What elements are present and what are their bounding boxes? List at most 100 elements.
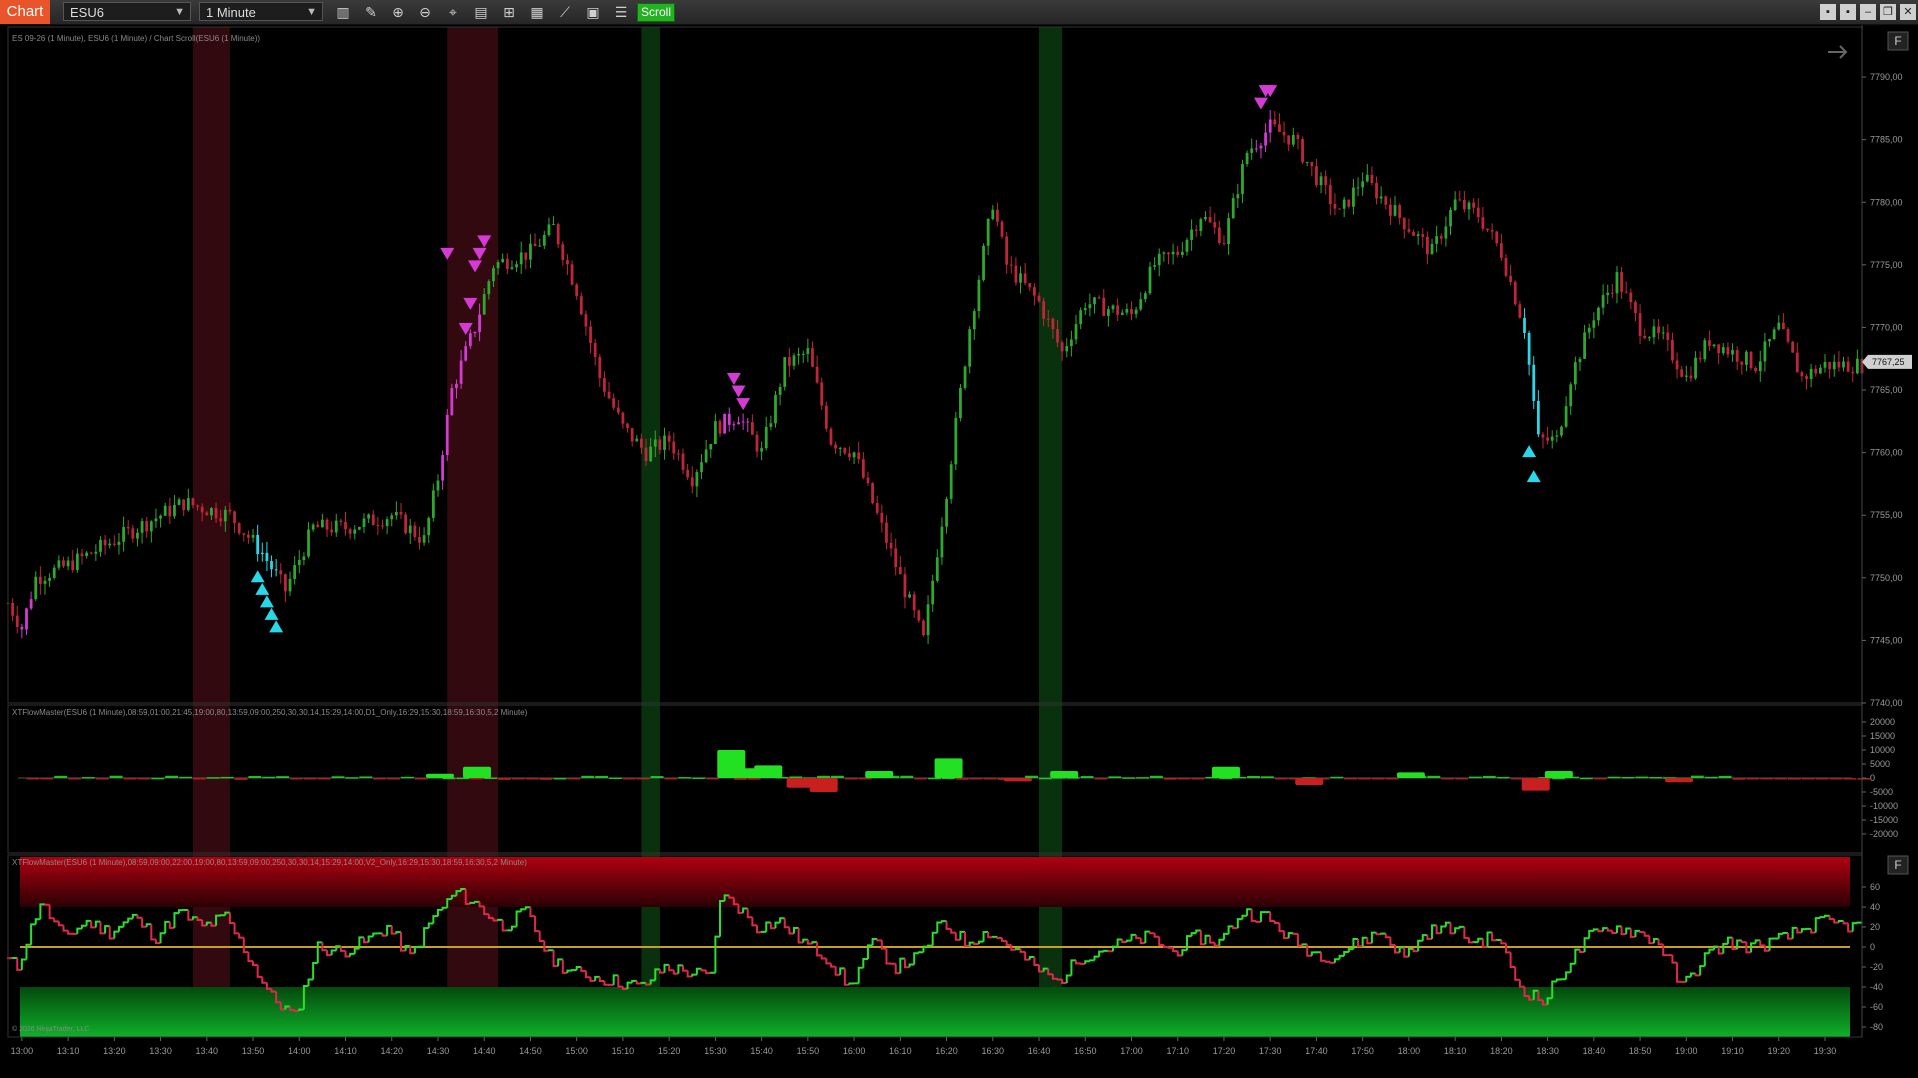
osc-segment	[1851, 922, 1858, 932]
flow-bar	[581, 775, 595, 778]
candle-body	[820, 382, 824, 406]
candle-body	[1347, 199, 1351, 207]
candle-body	[750, 422, 754, 435]
list-icon[interactable]: ☰	[612, 3, 630, 21]
flow-bar	[1829, 778, 1843, 780]
candle-body	[307, 529, 310, 557]
candle-body	[256, 534, 260, 555]
flow-bar	[1025, 775, 1039, 778]
osc-segment	[1343, 950, 1349, 956]
candle-body	[991, 209, 995, 220]
candle-body	[1426, 236, 1429, 255]
time-tick-label: 13:10	[57, 1046, 80, 1056]
candle-body	[1855, 358, 1859, 374]
candle-body	[1583, 332, 1586, 359]
osc-segment	[913, 952, 919, 965]
price-tick-label: 7740,00	[1870, 698, 1903, 708]
osc-segment	[1583, 937, 1590, 952]
minimize-icon[interactable]: –	[1860, 4, 1876, 20]
flow-bar	[928, 777, 941, 780]
candle-body	[1495, 231, 1499, 244]
time-tick-label: 16:40	[1028, 1046, 1051, 1056]
flow-bar	[567, 778, 581, 780]
osc-segment	[20, 958, 27, 970]
time-tick-label: 15:50	[797, 1046, 820, 1056]
candle-body	[949, 464, 953, 499]
data-box-icon[interactable]: ▦	[528, 3, 546, 21]
tile-icon[interactable]: ▪	[1820, 4, 1836, 20]
osc-segment	[1065, 974, 1072, 984]
drawing-tool-icon[interactable]: ⟋	[556, 3, 574, 21]
candle-body	[223, 509, 227, 522]
flow-bar	[1260, 776, 1274, 778]
osc-segment	[1842, 920, 1849, 925]
candle-body	[626, 423, 629, 429]
osc-segment	[1759, 940, 1765, 947]
pencil-icon[interactable]: ✎	[362, 3, 380, 21]
candle-body	[94, 551, 98, 554]
templates-icon[interactable]: ▣	[584, 3, 602, 21]
flow-tick-label: 20000	[1870, 717, 1895, 727]
osc-segment	[931, 931, 938, 946]
price-panel-f-button[interactable]: F	[1887, 31, 1909, 51]
bars-icon[interactable]: ▥	[334, 3, 352, 21]
candle-body	[593, 343, 597, 357]
candle-body	[394, 512, 398, 516]
osc-panel-f-button[interactable]: F	[1887, 855, 1909, 875]
time-tick-label: 15:20	[658, 1046, 681, 1056]
osc-segment	[945, 921, 952, 930]
zoom-in-icon[interactable]: ⊕	[389, 3, 407, 21]
interval-selector[interactable]: 1 Minute ▼	[199, 2, 323, 21]
candle-body	[1435, 236, 1439, 244]
candle-body	[1842, 361, 1845, 368]
candle-body	[311, 524, 315, 530]
candle-body	[404, 514, 408, 534]
osc-segment	[885, 948, 892, 965]
chart-tab[interactable]: Chart	[0, 0, 50, 24]
flow-bar	[1247, 775, 1260, 778]
scroll-button[interactable]: Scroll	[637, 3, 675, 22]
crosshair-icon[interactable]: ⌖	[444, 3, 462, 21]
close-icon[interactable]: ✕	[1900, 4, 1916, 20]
candle-body	[496, 262, 500, 269]
chart-canvas[interactable]: 7767,25 7790,00 7785,00 7780,00 7775,00 7770,…	[0, 25, 1918, 1078]
osc-segment	[829, 963, 836, 968]
candle-body	[1264, 132, 1267, 146]
osc-segment	[312, 962, 318, 980]
candle-body	[15, 615, 19, 627]
svg-text:F: F	[1894, 34, 1901, 48]
osc-segment	[1001, 937, 1007, 942]
candle-body	[1143, 293, 1147, 300]
osc-segment	[150, 924, 156, 941]
strategy-icon[interactable]: ⊞	[500, 3, 518, 21]
osc-segment	[1676, 962, 1682, 983]
candle-body	[538, 245, 542, 247]
candle-body	[1717, 344, 1721, 354]
osc-segment	[1250, 909, 1257, 922]
candle-body	[931, 580, 935, 605]
zoom-out-icon[interactable]: ⊖	[416, 3, 434, 21]
instrument-selector[interactable]: ESU6 ▼	[63, 2, 191, 21]
candle-body	[653, 439, 657, 447]
osc-segment	[30, 923, 36, 945]
candle-body	[1758, 361, 1762, 372]
candle-body	[603, 378, 606, 392]
candle-body	[1074, 324, 1078, 340]
properties-icon[interactable]: ▤	[472, 3, 490, 21]
scroll-arrow-icon[interactable]	[1828, 45, 1848, 59]
osc-segment	[501, 919, 508, 932]
osc-segment	[233, 923, 240, 935]
candle-body	[1171, 251, 1175, 255]
candle-body	[824, 405, 828, 429]
restore-icon[interactable]: ❐	[1880, 4, 1896, 20]
candle-body	[1319, 176, 1323, 186]
osc-segment	[1278, 923, 1285, 933]
candle-body	[501, 258, 505, 263]
flow-bar	[1788, 778, 1801, 780]
candle-body	[1684, 375, 1688, 377]
flow-bar	[1482, 775, 1496, 778]
flow-bar	[26, 778, 40, 780]
tile-icon[interactable]: ▪	[1840, 4, 1856, 20]
candle-body	[89, 552, 93, 554]
candle-body	[1033, 287, 1036, 296]
